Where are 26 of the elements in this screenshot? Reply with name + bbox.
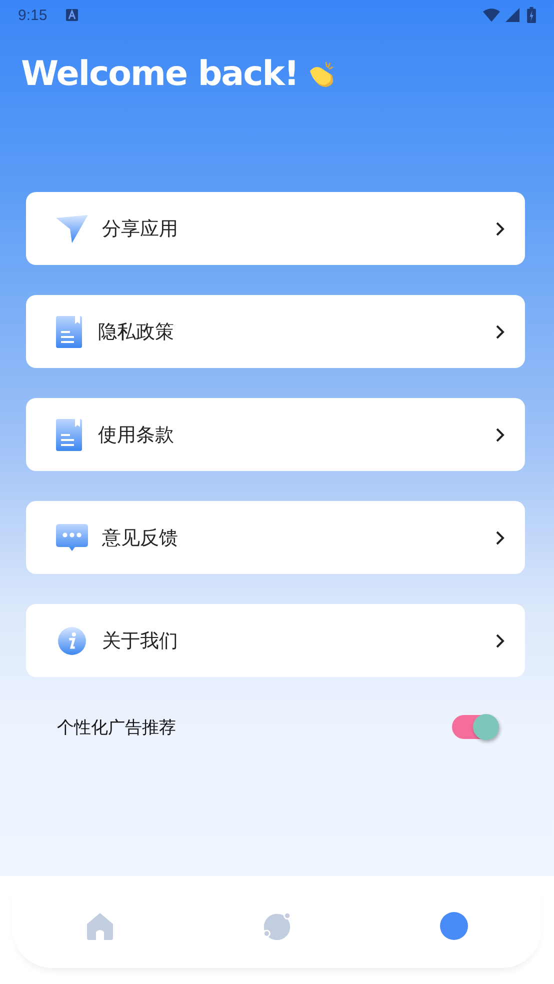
home-icon[interactable] xyxy=(85,911,116,941)
notification-icon xyxy=(66,9,78,21)
menu-item[interactable]: 使用条款 xyxy=(26,398,525,471)
chevron-right-icon xyxy=(495,426,505,442)
info-icon xyxy=(56,626,88,654)
battery-icon xyxy=(527,7,536,23)
welcome-title: Welcome back! xyxy=(21,54,298,94)
document-icon xyxy=(56,418,82,450)
document-icon xyxy=(56,316,82,348)
profile-icon[interactable] xyxy=(438,911,469,941)
menu-item[interactable]: 关于我们 xyxy=(26,604,525,677)
chevron-right-icon xyxy=(495,632,505,648)
setting-label: 个性化广告推荐 xyxy=(57,716,177,738)
toggle-switch[interactable] xyxy=(452,715,498,739)
planet-icon[interactable] xyxy=(262,911,292,941)
menu-item[interactable]: 隐私政策 xyxy=(26,295,525,368)
chevron-right-icon xyxy=(495,324,505,340)
status-time: 9:15 xyxy=(18,6,48,24)
chevron-right-icon xyxy=(495,220,505,236)
paper-plane-icon xyxy=(56,214,88,242)
wifi-icon xyxy=(483,8,500,22)
chevron-right-icon xyxy=(495,530,505,546)
chat-bubble-icon xyxy=(56,524,88,552)
menu-item[interactable]: 意见反馈 xyxy=(26,501,525,574)
signal-icon xyxy=(504,8,521,22)
menu-item[interactable]: 分享应用 xyxy=(26,192,525,265)
